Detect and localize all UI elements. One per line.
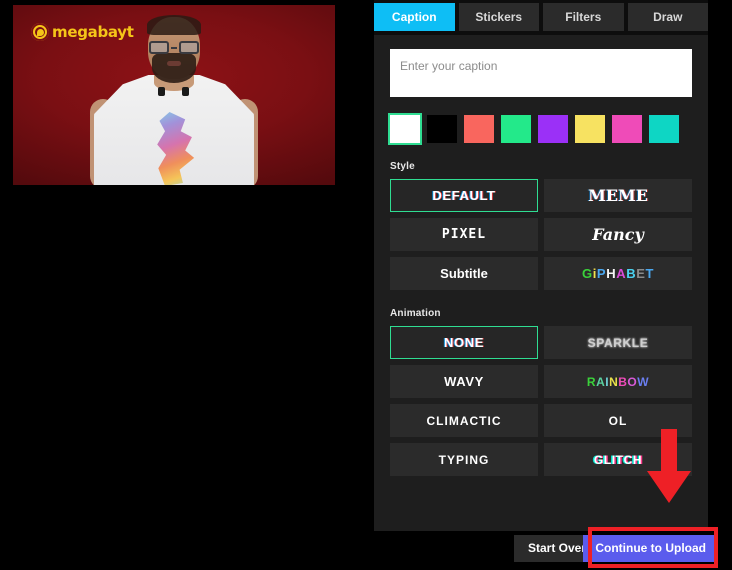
style-option-grid: DEFAULT MEME PIXEL Fancy Subtitle GiPHAB… [390, 179, 692, 290]
animation-option-climactic[interactable]: CLIMACTIC [390, 404, 538, 437]
caption-editor-panel: Caption Stickers Filters Draw Style DEFA… [374, 0, 708, 531]
style-option-subtitle[interactable]: Subtitle [390, 257, 538, 290]
animation-label-typing: TYPING [439, 453, 490, 467]
tab-caption[interactable]: Caption [374, 3, 455, 31]
color-swatch-green[interactable] [501, 115, 531, 143]
animation-option-rainbow[interactable]: RAINBOW [544, 365, 692, 398]
caption-tab-content: Style DEFAULT MEME PIXEL Fancy Subtitle … [374, 35, 708, 531]
video-frame[interactable]: megabayt [13, 5, 335, 185]
animation-label-none: NONE [444, 335, 484, 350]
glasses-icon [149, 41, 199, 54]
style-option-pixel[interactable]: PIXEL [390, 218, 538, 251]
style-label-subtitle: Subtitle [440, 266, 488, 281]
glasses-bridge [171, 47, 177, 49]
style-label-fancy: Fancy [592, 225, 644, 244]
tab-draw[interactable]: Draw [628, 3, 709, 31]
style-label-meme: MEME [588, 186, 648, 205]
animation-label-rainbow: RAINBOW [587, 375, 649, 389]
animation-option-ol[interactable]: OL [544, 404, 692, 437]
lapel-mic-left-icon [158, 87, 165, 96]
lapel-mic-right-icon [182, 87, 189, 96]
style-label-pixel: PIXEL [442, 227, 486, 242]
animation-section-label: Animation [390, 308, 692, 319]
glasses-lens-right [179, 41, 199, 54]
style-option-default[interactable]: DEFAULT [390, 179, 538, 212]
color-swatch-pink[interactable] [612, 115, 642, 143]
style-label-default: DEFAULT [432, 188, 495, 203]
color-swatch-yellow[interactable] [575, 115, 605, 143]
editor-tab-strip: Caption Stickers Filters Draw [374, 0, 708, 31]
glasses-lens-left [149, 41, 169, 54]
presenter-figure [89, 17, 259, 185]
style-option-meme[interactable]: MEME [544, 179, 692, 212]
tab-filters[interactable]: Filters [543, 3, 624, 31]
color-swatch-black[interactable] [427, 115, 457, 143]
animation-label-wavy: WAVY [444, 374, 484, 389]
style-section-label: Style [390, 161, 692, 172]
caption-input[interactable] [390, 49, 692, 97]
action-bar: Start Over Continue to Upload [0, 531, 732, 570]
animation-option-wavy[interactable]: WAVY [390, 365, 538, 398]
animation-option-none[interactable]: NONE [390, 326, 538, 359]
style-label-alphabet: GiPHABET [582, 266, 654, 281]
caption-color-swatches [390, 115, 692, 143]
tab-stickers[interactable]: Stickers [459, 3, 540, 31]
animation-label-climactic: CLIMACTIC [427, 414, 502, 428]
animation-option-grid: NONE SPARKLE WAVY RAINBOW CLIMACTIC OL T… [390, 326, 692, 476]
presenter-mouth [167, 61, 181, 66]
color-swatch-purple[interactable] [538, 115, 568, 143]
animation-option-glitch[interactable]: GLITCH [544, 443, 692, 476]
animation-option-sparkle[interactable]: SPARKLE [544, 326, 692, 359]
animation-label-ol: OL [609, 414, 628, 428]
video-preview-pane: megabayt [0, 0, 370, 190]
animation-label-sparkle: SPARKLE [588, 336, 649, 350]
color-swatch-teal[interactable] [649, 115, 679, 143]
megabayt-logo-icon [31, 23, 49, 41]
presenter-beard [152, 53, 196, 83]
animation-label-glitch: GLITCH [594, 453, 642, 467]
style-option-fancy[interactable]: Fancy [544, 218, 692, 251]
style-option-alphabet[interactable]: GiPHABET [544, 257, 692, 290]
color-swatch-white[interactable] [390, 115, 420, 143]
presenter-hair [147, 15, 201, 35]
animation-option-typing[interactable]: TYPING [390, 443, 538, 476]
continue-to-upload-button[interactable]: Continue to Upload [583, 535, 718, 562]
color-swatch-salmon[interactable] [464, 115, 494, 143]
